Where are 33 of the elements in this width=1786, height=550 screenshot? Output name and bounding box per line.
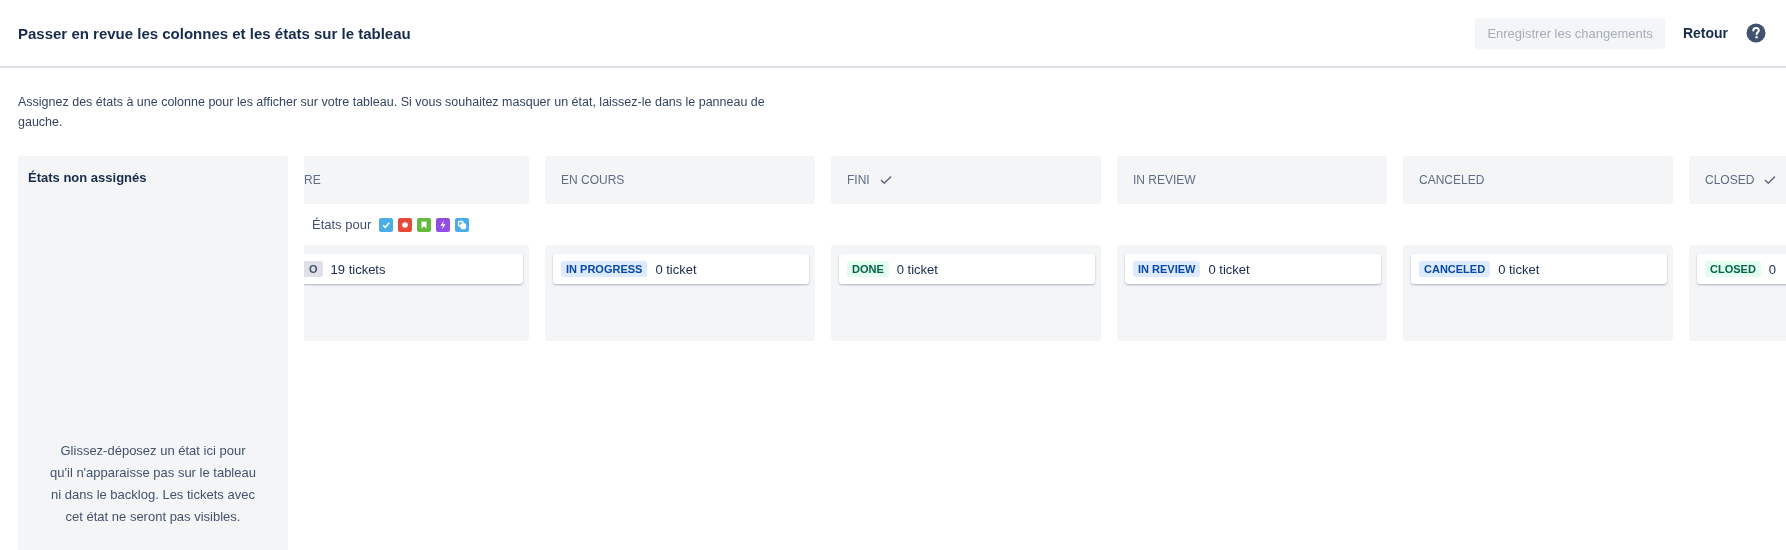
status-lozenge: DONE (847, 261, 889, 277)
check-icon (879, 175, 892, 185)
status-lozenge: CLOSED (1705, 261, 1761, 277)
status-card[interactable]: IN PROGRESS 0 ticket (553, 254, 809, 284)
status-card[interactable]: CANCELED 0 ticket (1411, 254, 1667, 284)
status-card[interactable]: IN REVIEW 0 ticket (1125, 254, 1381, 284)
help-icon[interactable] (1746, 23, 1766, 43)
column-title: CANCELED (1419, 173, 1485, 187)
column-title: EN COURS (561, 173, 625, 187)
panel-hint: Glissez-déposez un état ici pour qu'il n'apparaisse pas sur le tableau ni dans le backlog. Les tickets avec cet état ne seront pas visibles. (49, 442, 257, 526)
status-card[interactable]: O 19 tickets (304, 254, 523, 284)
status-lozenge: IN REVIEW (1133, 261, 1201, 277)
ticket-count: 0 (1768, 261, 1777, 277)
column-title: RE (304, 173, 321, 187)
ticket-count: 0 ticket (896, 261, 938, 277)
status-lozenge: CANCELED (1419, 261, 1491, 277)
ticket-count: 0 ticket (1208, 261, 1250, 277)
status-card[interactable]: CLOSED 0 (1697, 254, 1786, 284)
status-card[interactable]: DONE 0 ticket (839, 254, 1095, 284)
status-lozenge: IN PROGRESS (561, 261, 648, 277)
column-title: CLOSED (1705, 173, 1755, 187)
column-title: IN REVIEW (1133, 173, 1196, 187)
ticket-count: 0 ticket (1498, 261, 1540, 277)
column-title: FINI (847, 173, 870, 187)
page-title: Passer en revue les colonnes et les états sur le tableau (18, 24, 411, 42)
instructions-text: Assignez des états à une colonne pour les afficher sur votre tableau. Si vous souhaitez masquer un état, laissez-le dans le panneau de gauche. (18, 94, 766, 131)
issue-types-label: États pour (312, 217, 372, 232)
ticket-count: 0 ticket (655, 261, 697, 277)
check-icon (1764, 175, 1777, 185)
ticket-count: 19 tickets (330, 261, 386, 277)
status-lozenge: O (304, 261, 323, 277)
panel-title: États non assignés (28, 170, 147, 185)
back-link[interactable]: Retour (1678, 25, 1732, 41)
